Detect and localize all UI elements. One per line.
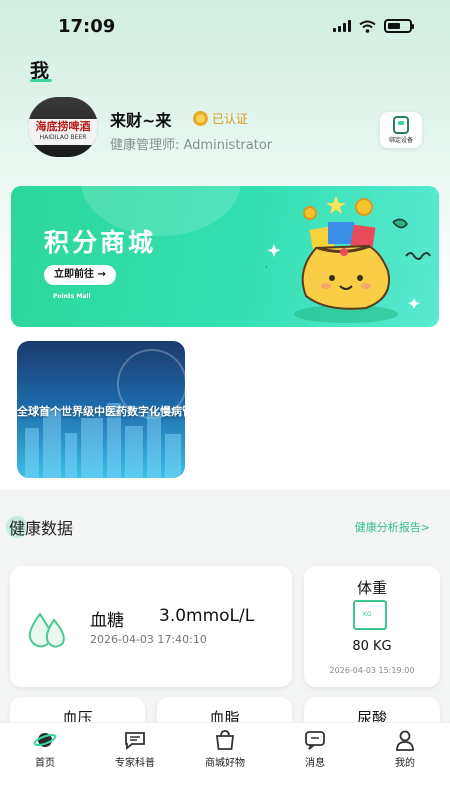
status-icons <box>333 19 414 33</box>
tab-mall-label: 商城好物 <box>205 758 245 769</box>
planet-icon <box>33 733 57 747</box>
tab-mine-label: 我的 <box>395 758 415 769</box>
tab-messages-label: 消息 <box>305 758 325 769</box>
tab-home[interactable]: 首页 <box>10 729 80 769</box>
shopping-bag-icon <box>215 730 235 750</box>
bind-device-button[interactable]: 绑定设备 <box>380 112 422 148</box>
weight-value: 80 KG <box>352 639 392 654</box>
banner-title: 积分商城 <box>44 228 157 257</box>
points-mall-banner[interactable]: 积分商城 立即前往 → Points Mall <box>11 186 439 327</box>
signal-icon <box>333 20 351 32</box>
message-icon <box>305 731 325 750</box>
battery-icon <box>384 19 414 33</box>
blood-sugar-label: 血糖 <box>90 611 124 631</box>
verified-badge: 已认证 <box>193 110 248 127</box>
promo-card[interactable]: 全球首个世界级中医药数字化慢病管理平台 <box>17 341 185 478</box>
weight-time: 2026-04-03 15:19:00 <box>329 666 415 675</box>
bind-device-label: 绑定设备 <box>388 137 413 144</box>
blood-sugar-card[interactable]: 血糖 3.0mmoL/L 2026-04-03 17:40:10 <box>10 566 292 687</box>
drop-icon <box>28 612 65 648</box>
user-icon <box>396 730 414 751</box>
tab-science-label: 专家科普 <box>115 758 155 769</box>
promo-text: 全球首个世界级中医药数字化慢病管理平台 <box>17 405 185 418</box>
bottom-tab-bar: 首页 专家科普 商城好物 消息 我的 <box>0 722 450 800</box>
health-report-link[interactable]: 健康分析报告> <box>355 519 430 535</box>
avatar[interactable]: 海底捞啤酒 HAIDILAO BEER <box>28 97 98 157</box>
tab-messages[interactable]: 消息 <box>280 729 350 769</box>
tab-home-label: 首页 <box>35 758 55 769</box>
status-bar: 17:09 <box>0 0 450 50</box>
avatar-logo: 海底捞啤酒 HAIDILAO BEER <box>28 119 98 145</box>
status-time: 17:09 <box>58 16 116 37</box>
title-underline <box>30 79 52 82</box>
verified-label: 已认证 <box>212 112 249 126</box>
user-role: 健康管理师: Administrator <box>110 138 273 153</box>
tab-science[interactable]: 专家科普 <box>100 729 170 769</box>
blood-sugar-value: 3.0mmoL/L <box>159 606 255 626</box>
scale-icon <box>353 600 387 630</box>
user-name: 来财~来 <box>110 111 172 130</box>
tab-mall[interactable]: 商城好物 <box>190 729 260 769</box>
money-bag-illustration <box>266 196 431 323</box>
banner-subtitle: Points Mall <box>53 293 91 300</box>
weight-card[interactable]: 体重 80 KG 2026-04-03 15:19:00 <box>304 566 440 687</box>
health-section-title: 健康数据 <box>9 519 74 538</box>
verified-icon <box>193 111 208 126</box>
wifi-icon <box>359 20 376 33</box>
go-now-button[interactable]: 立即前往 → <box>44 265 116 285</box>
device-icon <box>393 116 409 134</box>
weight-label: 体重 <box>356 579 387 597</box>
chat-icon <box>125 732 145 750</box>
tab-mine[interactable]: 我的 <box>370 729 440 769</box>
blood-sugar-time: 2026-04-03 17:40:10 <box>90 633 207 646</box>
